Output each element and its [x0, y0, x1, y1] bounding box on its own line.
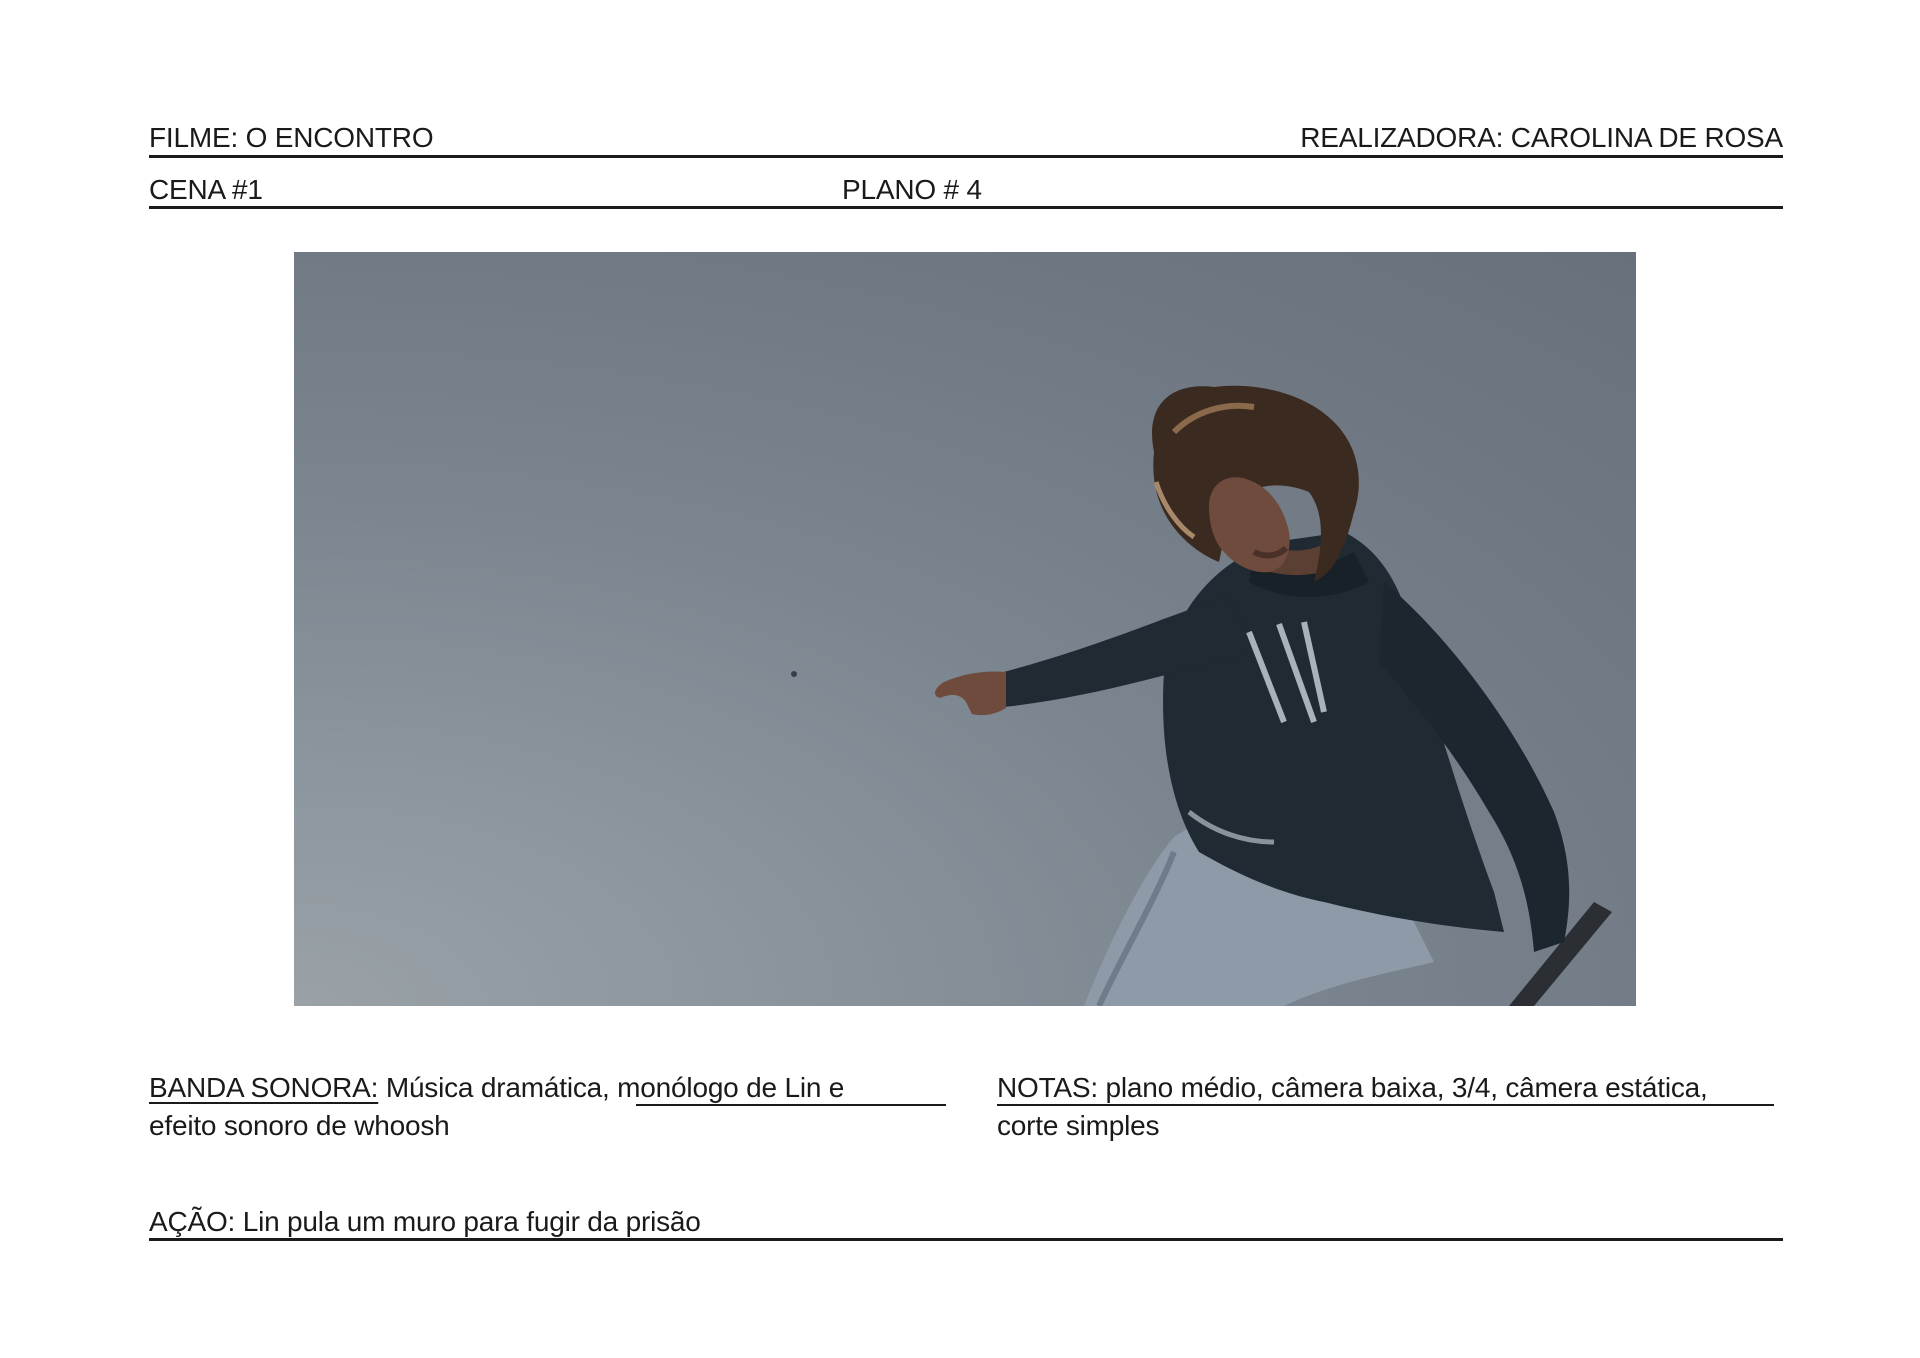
soundtrack-rule: [636, 1104, 946, 1106]
director-name: REALIZADORA: CAROLINA DE ROSA: [1300, 122, 1783, 153]
action-text: AÇÃO: Lin pula um muro para fugir da pri…: [149, 1206, 701, 1237]
notes-line-1: NOTAS: plano médio, câmera baixa, 3/4, c…: [997, 1072, 1708, 1103]
soundtrack-text: Música dramática, monólogo de Lin e: [378, 1072, 845, 1103]
shot-number: PLANO # 4: [842, 174, 982, 205]
face: [1209, 477, 1290, 573]
storyboard-frame: [294, 252, 1636, 1006]
film-title: FILME: O ENCONTRO: [149, 122, 434, 153]
frame-illustration: [791, 385, 1612, 1006]
soundtrack-label: BANDA SONORA:: [149, 1072, 379, 1103]
soundtrack-line-1: BANDA SONORA: Música dramática, monólogo…: [149, 1074, 844, 1102]
header-rule: [149, 155, 1783, 158]
hand: [935, 671, 1006, 716]
soundtrack-line-2: efeito sonoro de whoosh: [149, 1110, 450, 1141]
storyboard-page: { "header": { "film_title": "FILME: O EN…: [0, 0, 1920, 1358]
scene-number: CENA #1: [149, 174, 263, 205]
scene-rule: [149, 206, 1783, 209]
bird-speck: [791, 671, 797, 677]
notes-rule: [997, 1104, 1774, 1106]
action-rule: [149, 1238, 1783, 1241]
notes-line-2: corte simples: [997, 1110, 1160, 1141]
